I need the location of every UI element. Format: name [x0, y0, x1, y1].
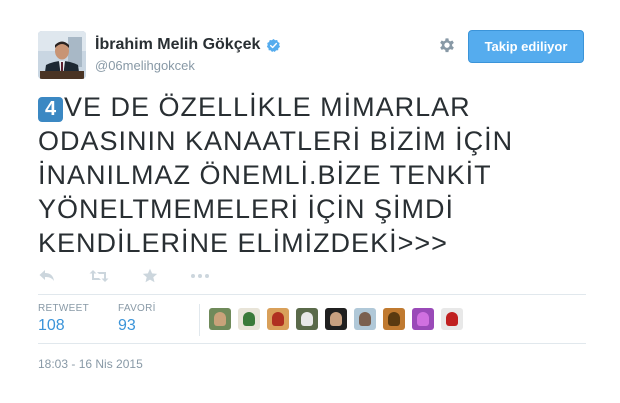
favorite-label: FAVORİ	[118, 303, 156, 314]
tweet-line-4: YÖNELTMEMELERİ İÇİN ŞİMDİ	[38, 194, 455, 224]
favoriter-avatar-figure	[417, 312, 429, 326]
more-button[interactable]	[190, 266, 210, 286]
tweet-timestamp[interactable]: 18:03 - 16 Nis 2015	[38, 357, 143, 371]
more-icon	[191, 274, 209, 278]
favorite-icon	[142, 268, 158, 283]
user-name-row[interactable]: İbrahim Melih Gökçek	[95, 36, 281, 54]
reply-icon	[39, 270, 54, 281]
following-button[interactable]: Takip ediliyor	[468, 30, 584, 63]
favorite-count[interactable]: 93	[118, 317, 136, 335]
favoriter-avatar-9[interactable]	[441, 308, 463, 330]
favoriter-avatar-6[interactable]	[354, 308, 376, 330]
favoriter-avatar-3[interactable]	[267, 308, 289, 330]
verified-badge-icon	[267, 38, 281, 52]
favoriter-avatar-5[interactable]	[325, 308, 347, 330]
reply-button[interactable]	[38, 266, 56, 286]
retweet-label: RETWEET	[38, 303, 89, 314]
favoriter-avatar-4[interactable]	[296, 308, 318, 330]
user-name[interactable]: İbrahim Melih Gökçek	[95, 36, 260, 54]
favoriter-avatar-figure	[359, 312, 371, 326]
user-handle[interactable]: @06melihgokcek	[95, 58, 195, 73]
favoriter-avatar-figure	[301, 312, 313, 326]
favoriter-avatar-8[interactable]	[412, 308, 434, 330]
favoriter-avatar-figure	[272, 312, 284, 326]
divider-top	[38, 294, 586, 295]
retweet-icon	[89, 270, 109, 282]
tweet-text: 4 VE DE ÖZELLİKLE MİMARLAR ODASININ KANAA…	[38, 90, 598, 260]
favoriter-avatar-7[interactable]	[383, 308, 405, 330]
favoriter-avatar-figure	[330, 312, 342, 326]
divider-bottom	[38, 343, 586, 344]
tweet-line-3: İNANILMAZ ÖNEMLİ.BİZE TENKİT	[38, 160, 492, 190]
avatar-image	[38, 31, 86, 79]
favoriter-avatar-figure	[388, 312, 400, 326]
retweet-button[interactable]	[89, 266, 109, 286]
avatar[interactable]	[38, 31, 86, 79]
favoriter-avatar-figure	[446, 312, 458, 326]
gear-icon[interactable]	[437, 35, 457, 55]
retweet-count[interactable]: 108	[38, 317, 65, 335]
favoriter-avatar-1[interactable]	[209, 308, 231, 330]
tweet-line-2: ODASININ KANAATLERİ BİZİM İÇİN	[38, 126, 514, 156]
favoriters-list	[209, 308, 463, 330]
favoriter-avatar-figure	[214, 312, 226, 326]
favoriter-avatar-2[interactable]	[238, 308, 260, 330]
keycap-four-emoji: 4	[38, 97, 63, 122]
favorite-button[interactable]	[142, 266, 158, 286]
stats-separator	[199, 304, 200, 336]
tweet-line-5: KENDİLERİNE ELİMİZDEKİ>>>	[38, 228, 448, 258]
tweet-line-1: 4 VE DE ÖZELLİKLE MİMARLAR	[38, 90, 598, 124]
favoriter-avatar-figure	[243, 312, 255, 326]
